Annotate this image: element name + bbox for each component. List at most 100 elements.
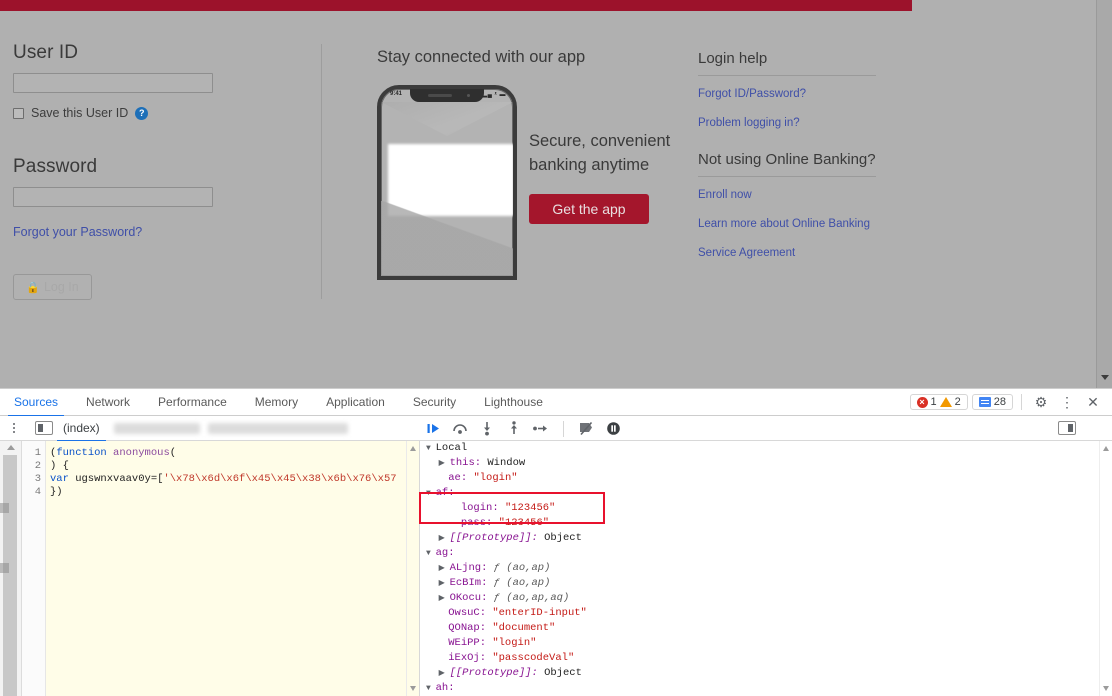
scope-row[interactable]: ▼ Local (426, 441, 1112, 456)
rail-scrollbar-thumb[interactable] (3, 455, 17, 696)
warning-count: 2 (955, 396, 961, 408)
scope-row[interactable]: ▶ OKocu: ƒ (ao,ap,aq) (426, 591, 1112, 606)
scope-row[interactable]: iExOj: "passcodeVal" (426, 651, 1112, 666)
scope-key: OKocu: (450, 592, 494, 604)
learn-more-link[interactable]: Learn more about Online Banking (698, 218, 898, 230)
expand-triangle-right-icon[interactable]: ▶ (439, 579, 450, 588)
step-over-icon[interactable] (451, 420, 469, 438)
rail-scroll-up-icon[interactable] (7, 445, 15, 450)
scope-row[interactable]: ▶ [[Prototype]]: Object (426, 666, 1112, 681)
not-using-divider (698, 176, 876, 177)
source-tab-redacted-1[interactable] (114, 423, 200, 434)
expand-triangle-right-icon[interactable]: ▶ (439, 534, 450, 543)
forgot-password-link[interactable]: Forgot your Password? (13, 225, 142, 239)
show-debugger-icon[interactable] (1058, 421, 1076, 435)
save-user-id-checkbox[interactable] (13, 108, 24, 119)
tab-performance[interactable]: Performance (144, 389, 241, 416)
app-copy-line-1: Secure, convenient (529, 130, 684, 154)
scope-variable-tree[interactable]: ▼ Local ▶ this: Window ae: "login"▼ af: … (426, 441, 1112, 696)
forgot-id-password-link[interactable]: Forgot ID/Password? (698, 88, 898, 100)
step-out-icon[interactable] (505, 420, 523, 438)
scope-value: "enterID-input" (492, 607, 587, 619)
show-navigator-icon[interactable] (35, 421, 53, 435)
scope-indent (426, 517, 451, 529)
code-line: var ugswnxvaav0y=['\x78\x6d\x6f\x45\x45\… (50, 473, 405, 486)
editor-scroll-up-icon[interactable] (410, 446, 416, 451)
scope-key: ah: (436, 682, 455, 694)
help-question-icon[interactable]: ? (135, 107, 148, 120)
scope-row[interactable]: pass: "123456" (426, 516, 1112, 531)
error-warning-counter[interactable]: × 1 2 (910, 394, 968, 410)
tab-network[interactable]: Network (72, 389, 144, 416)
expand-triangle-right-icon[interactable]: ▶ (439, 564, 450, 573)
tab-sources[interactable]: Sources (0, 389, 72, 416)
pause-on-exceptions-icon[interactable] (604, 420, 622, 438)
expand-triangle-right-icon[interactable]: ▶ (439, 594, 450, 603)
tab-memory[interactable]: Memory (241, 389, 312, 416)
page-vertical-scrollbar[interactable] (1096, 0, 1112, 388)
scope-row[interactable]: ▶ ALjng: ƒ (ao,ap) (426, 561, 1112, 576)
line-number: 2 (22, 460, 45, 473)
editor-scrollbar[interactable] (406, 441, 419, 696)
scope-scroll-up-icon[interactable] (1103, 446, 1109, 451)
scope-indent (426, 592, 439, 604)
get-the-app-button[interactable]: Get the app (529, 194, 649, 224)
editor-scroll-down-icon[interactable] (410, 686, 416, 691)
sources-more-icon[interactable] (5, 423, 23, 433)
scope-key: ag: (436, 547, 455, 559)
source-tab-index[interactable]: (index) (53, 416, 110, 441)
scope-row[interactable]: WEiPP: "login" (426, 636, 1112, 651)
step-icon[interactable] (532, 420, 550, 438)
scope-panel[interactable]: ▼ Local ▶ this: Window ae: "login"▼ af: … (420, 441, 1112, 696)
scroll-down-arrow-icon[interactable] (1101, 375, 1109, 380)
gear-icon[interactable]: ⚙ (1030, 391, 1052, 413)
expand-triangle-right-icon[interactable]: ▶ (439, 459, 450, 468)
scope-row[interactable]: ae: "login" (426, 471, 1112, 486)
tab-application[interactable]: Application (312, 389, 399, 416)
scope-row[interactable]: QONap: "document" (426, 621, 1112, 636)
expand-triangle-down-icon[interactable]: ▼ (426, 489, 436, 498)
source-tab-redacted-2[interactable] (208, 423, 348, 434)
enroll-now-link[interactable]: Enroll now (698, 189, 898, 201)
debugger-divider (563, 421, 564, 437)
app-copy-line-2: banking anytime (529, 154, 684, 178)
scope-scroll-down-icon[interactable] (1103, 686, 1109, 691)
problem-logging-in-link[interactable]: Problem logging in? (698, 117, 898, 129)
scope-row[interactable]: ▶ [[Prototype]]: Object (426, 531, 1112, 546)
expand-triangle-down-icon[interactable]: ▼ (426, 549, 436, 558)
message-counter[interactable]: 28 (972, 394, 1013, 410)
password-input[interactable] (13, 187, 213, 207)
tab-security[interactable]: Security (399, 389, 470, 416)
close-icon[interactable]: ✕ (1082, 391, 1104, 413)
error-icon: × (917, 397, 928, 408)
log-in-button[interactable]: 🔒 Log In (13, 274, 92, 300)
scope-value: ƒ (ao,ap) (494, 577, 551, 589)
step-into-icon[interactable] (478, 420, 496, 438)
scope-scrollbar[interactable] (1099, 441, 1112, 696)
tab-lighthouse[interactable]: Lighthouse (470, 389, 557, 416)
scope-no-triangle (451, 504, 461, 513)
source-code-text[interactable]: (function anonymous() {var ugswnxvaav0y=… (50, 447, 405, 499)
scope-row[interactable]: ▶ this: Window (426, 456, 1112, 471)
expand-triangle-right-icon[interactable]: ▶ (439, 669, 450, 678)
user-id-input[interactable] (13, 73, 213, 93)
resume-script-icon[interactable] (424, 420, 442, 438)
expand-triangle-down-icon[interactable]: ▼ (426, 444, 436, 453)
devtools-panel: Sources Network Performance Memory Appli… (0, 388, 1112, 695)
deactivate-breakpoints-icon[interactable] (577, 420, 595, 438)
scope-row[interactable]: OwsuC: "enterID-input" (426, 606, 1112, 621)
scope-row[interactable]: ▼ ag: (426, 546, 1112, 561)
login-form: User ID Save this User ID ? Password For… (13, 42, 313, 300)
phone-speaker (428, 94, 452, 97)
navigator-rail[interactable] (0, 441, 22, 696)
save-user-id-row[interactable]: Save this User ID ? (13, 106, 313, 120)
code-editor[interactable]: 1 2 3 4 (function anonymous() {var ugswn… (22, 441, 420, 696)
more-options-icon[interactable]: ⋮ (1056, 391, 1078, 413)
service-agreement-link[interactable]: Service Agreement (698, 247, 898, 259)
scope-row[interactable]: ▶ EcBIm: ƒ (ao,ap) (426, 576, 1112, 591)
scope-row[interactable]: ▼ ah: (426, 681, 1112, 696)
line-number: 3 (22, 473, 45, 486)
expand-triangle-down-icon[interactable]: ▼ (426, 684, 436, 693)
scope-row[interactable]: ▼ af: (426, 486, 1112, 501)
scope-row[interactable]: login: "123456" (426, 501, 1112, 516)
